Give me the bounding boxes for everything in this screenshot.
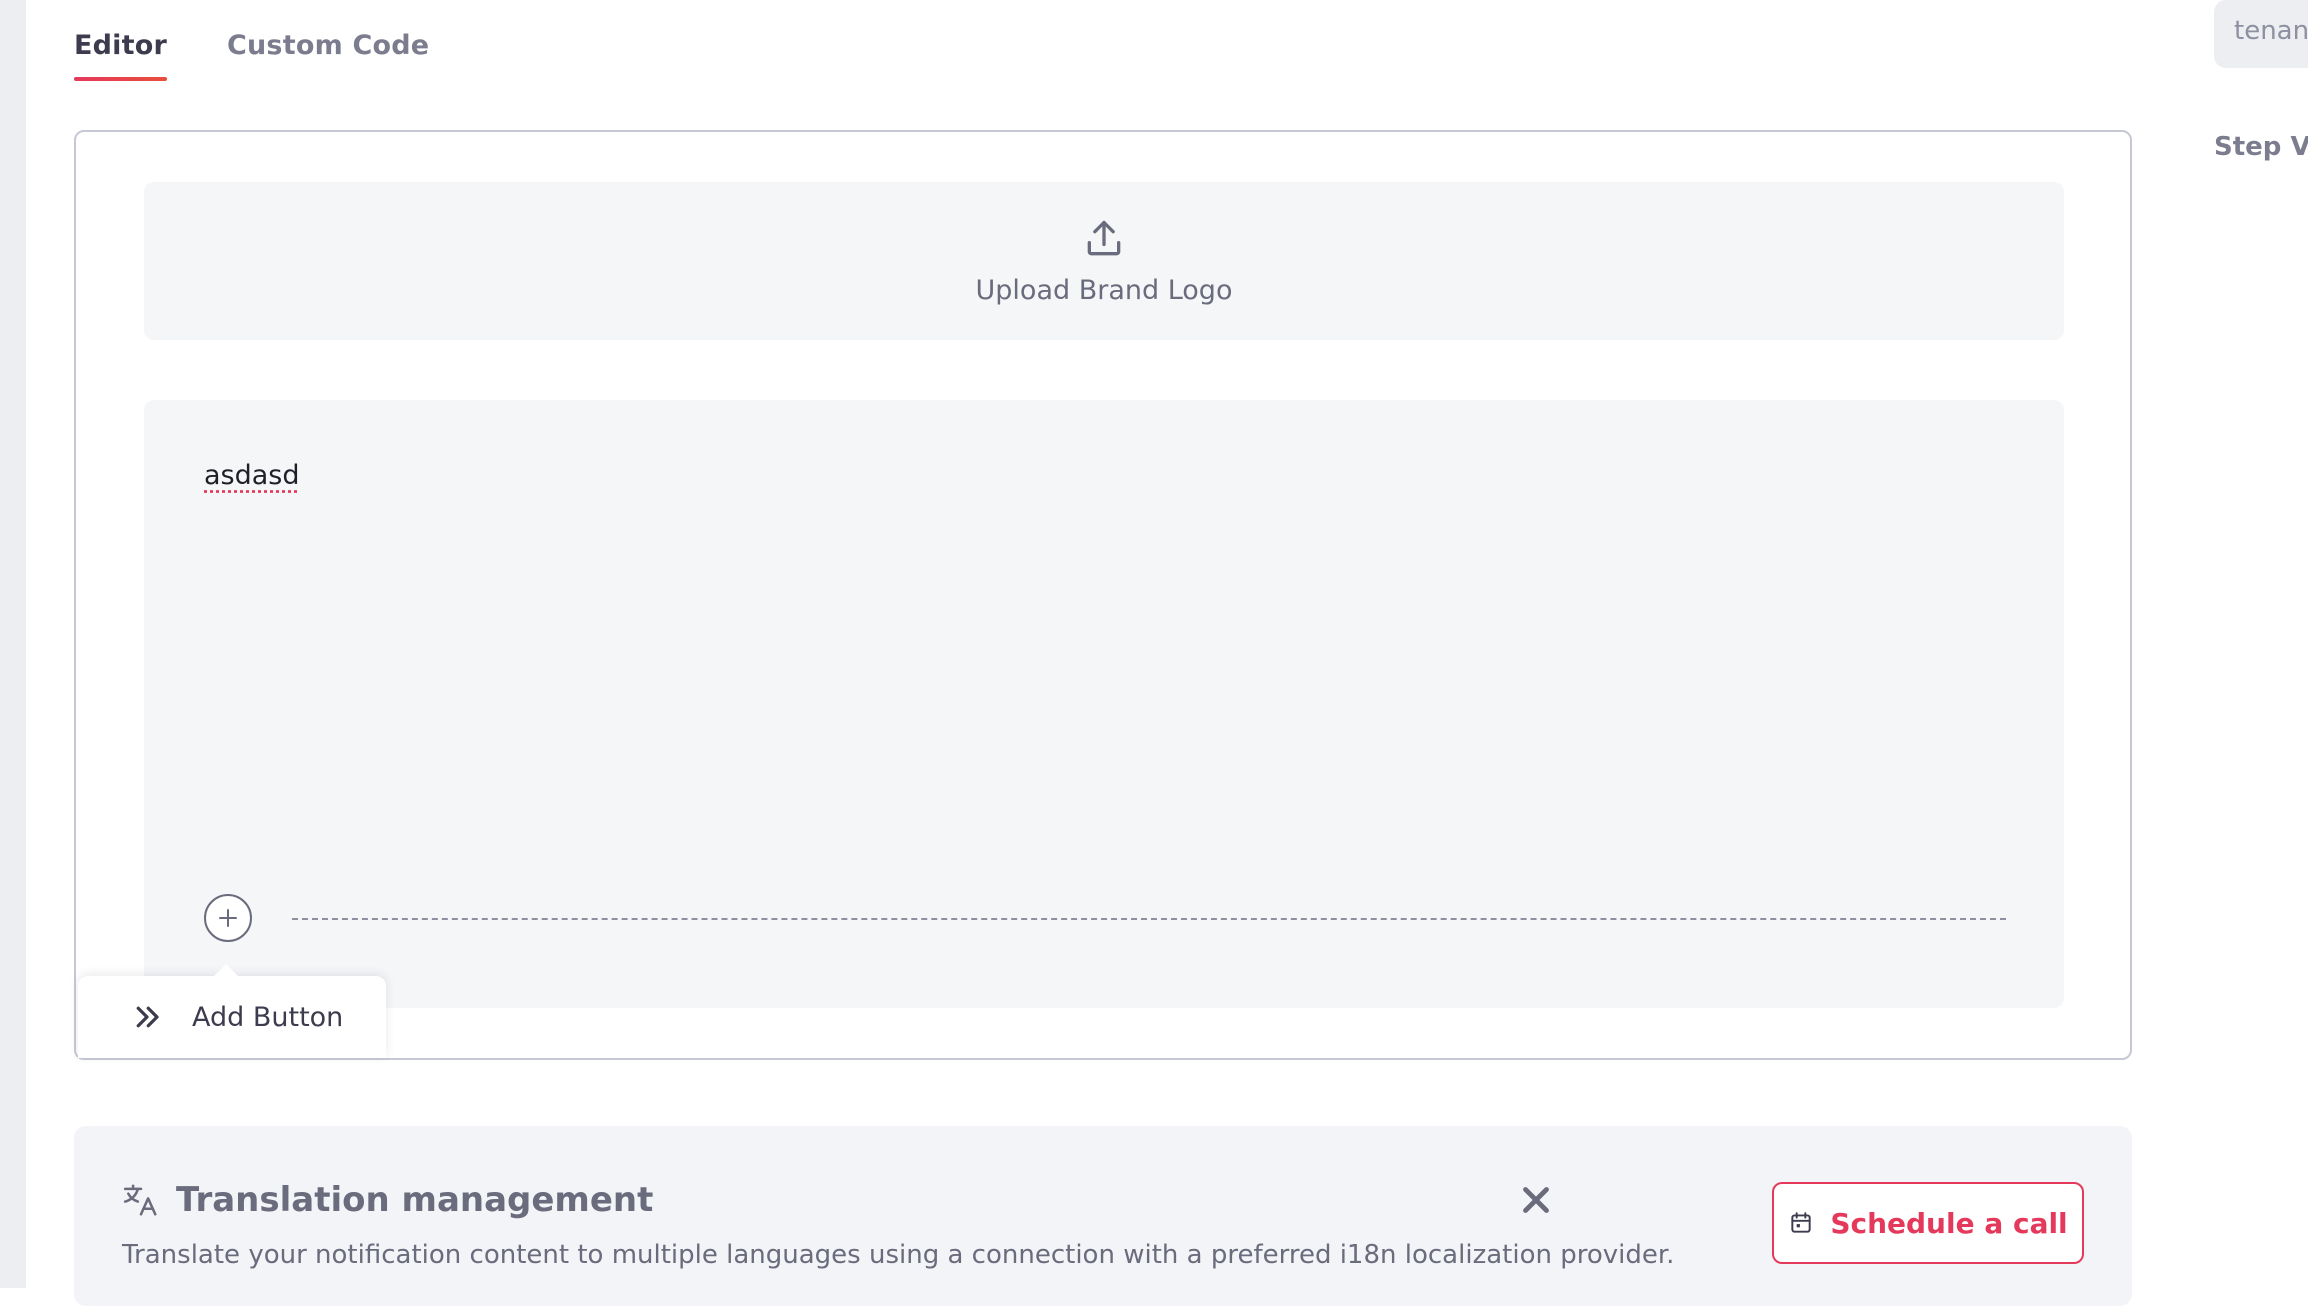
tab-custom-code[interactable]: Custom Code [227,30,429,81]
translation-title: Translation management [176,1180,654,1220]
editor-tabs: Editor Custom Code [74,30,429,81]
tenant-field[interactable]: tenant [2214,0,2308,68]
tab-editor[interactable]: Editor [74,30,167,81]
step-variables-label: Step Va [2214,132,2308,162]
translation-title-row: Translation management [122,1180,653,1220]
block-divider-line [292,918,2006,920]
add-button-label: Add Button [192,1001,344,1033]
email-editor-frame: Upload Brand Logo asdasd Add Button [74,130,2132,1060]
email-body-text[interactable]: asdasd [204,460,300,491]
double-chevron-right-icon [136,1006,159,1028]
upload-icon [1087,220,1121,255]
schedule-call-label: Schedule a call [1830,1206,2068,1240]
translation-description: Translate your notification content to m… [122,1240,1675,1270]
translate-icon [123,1184,157,1216]
close-icon[interactable] [1518,1182,1554,1218]
calendar-icon [1791,1212,1811,1233]
upload-brand-logo-label: Upload Brand Logo [975,274,1233,306]
add-block-button[interactable] [204,894,252,942]
left-edge-strip [0,0,26,1288]
email-body-area[interactable]: asdasd [144,400,2064,1008]
add-button-menu-item[interactable]: Add Button [78,964,386,1058]
upload-brand-logo-area[interactable]: Upload Brand Logo [144,182,2064,340]
translation-management-panel: Translation management Translate your no… [74,1126,2132,1306]
plus-icon [219,909,237,927]
schedule-call-button[interactable]: Schedule a call [1772,1182,2084,1264]
